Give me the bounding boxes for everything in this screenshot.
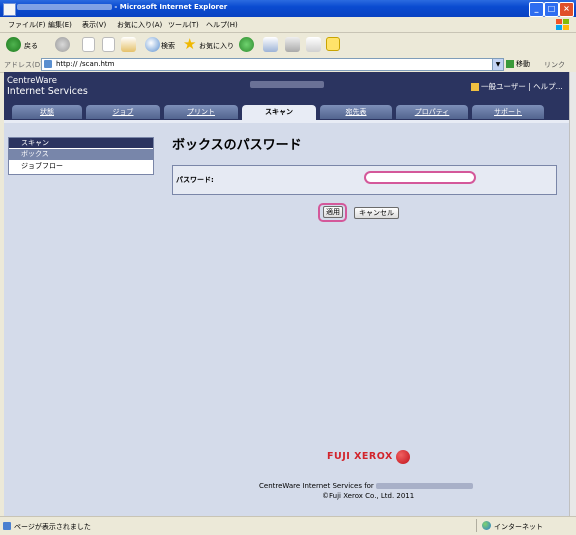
user-icon (471, 83, 479, 91)
stop-icon[interactable] (82, 37, 95, 52)
sidebar-item-box[interactable]: ボックス (9, 149, 153, 160)
forward-arrow-icon[interactable] (55, 37, 70, 52)
page-title: ボックスのパスワード (172, 138, 302, 153)
menu-edit[interactable]: 編集(E) (48, 20, 72, 30)
close-button[interactable]: × (559, 2, 574, 17)
tab-address-book[interactable]: 宛先表 (320, 105, 392, 119)
menu-bar: ファイル(F) 編集(E) 表示(V) お気に入り(A) ツール(T) ヘルプ(… (0, 17, 576, 33)
windows-logo-icon (556, 19, 569, 30)
page-done-icon (3, 522, 11, 530)
maximize-button[interactable]: □ (544, 2, 559, 17)
status-divider (476, 519, 477, 532)
tab-print[interactable]: プリント (164, 105, 238, 119)
address-label: アドレス(D) (4, 61, 43, 69)
address-url[interactable]: http:// /scan.htm (56, 60, 114, 68)
sidebar-heading: スキャン (9, 138, 153, 148)
address-dropdown-icon[interactable]: ▼ (492, 58, 504, 71)
tab-job[interactable]: ジョブ (86, 105, 160, 119)
sidebar: スキャン ボックス ジョブフロー (8, 137, 154, 175)
user-help-text[interactable]: 一般ユーザー | ヘルプ... (481, 82, 563, 91)
status-text: ページが表示されました (14, 523, 91, 531)
sidebar-item-job-flow-label: ジョブフロー (21, 162, 63, 170)
page-icon (44, 60, 52, 68)
history-icon[interactable] (239, 37, 254, 52)
messenger-icon[interactable] (326, 37, 340, 51)
footer-product-text: CentreWare Internet Services for (259, 482, 377, 490)
menu-file[interactable]: ファイル(F) (8, 20, 46, 30)
brand-centreware: CentreWare (7, 76, 58, 86)
search-button-label[interactable]: 検索 (161, 41, 175, 51)
menu-tools[interactable]: ツール(T) (168, 20, 199, 30)
password-label: パスワード: (176, 176, 214, 184)
tab-status[interactable]: 状態 (12, 105, 82, 119)
address-bar: アドレス(D) http:// /scan.htm (0, 57, 576, 73)
mail-icon[interactable] (263, 37, 278, 52)
status-bar: ページが表示されました インターネット (0, 516, 576, 535)
internet-zone-icon (482, 521, 491, 530)
sidebar-heading-label: スキャン (21, 139, 49, 147)
favorites-star-icon[interactable]: ★ (183, 37, 198, 52)
tab-support[interactable]: サポート (472, 105, 544, 119)
app-header: CentreWare Internet Services 一般ユーザー | ヘル… (4, 72, 569, 101)
print-icon[interactable] (285, 37, 300, 52)
search-icon[interactable] (145, 37, 160, 52)
password-form: パスワード: (172, 165, 557, 195)
tab-scan[interactable]: スキャン (242, 105, 316, 120)
links-button[interactable]: リンク (544, 60, 565, 70)
window-title-suffix: - Microsoft Internet Explorer (112, 3, 228, 11)
back-button-label[interactable]: 戻る (24, 41, 38, 51)
zone-text: インターネット (494, 523, 543, 531)
blurred-model-name (250, 81, 324, 88)
ie-page-icon (3, 3, 16, 16)
fuji-xerox-logo-text: FUJI XEROX (327, 451, 393, 462)
window-title: - Microsoft Internet Explorer (17, 3, 227, 11)
address-input[interactable]: http:// /scan.htm (41, 58, 504, 71)
favorites-button-label[interactable]: お気に入り (199, 41, 234, 51)
blurred-title (17, 4, 112, 10)
sidebar-item-job-flow[interactable]: ジョブフロー (9, 161, 153, 172)
footer-copyright: ©Fuji Xerox Co., Ltd. 2011 (322, 492, 415, 500)
go-button[interactable]: 移動 (506, 59, 530, 69)
go-arrow-icon (506, 60, 514, 68)
menu-view[interactable]: 表示(V) (82, 20, 106, 30)
tab-properties[interactable]: プロパティ (396, 105, 468, 119)
menu-help[interactable]: ヘルプ(H) (206, 20, 238, 30)
user-help-area[interactable]: 一般ユーザー | ヘルプ... (471, 81, 563, 92)
brand-internet-services: Internet Services (7, 86, 88, 97)
window-title-bar[interactable]: - Microsoft Internet Explorer _ □ × (0, 0, 576, 17)
page-content: CentreWare Internet Services 一般ユーザー | ヘル… (4, 72, 569, 516)
tab-bar: 状態 ジョブ プリント スキャン 宛先表 プロパティ サポート (4, 101, 569, 123)
go-label: 移動 (516, 60, 530, 68)
xerox-sphere-icon (395, 450, 410, 464)
vertical-scrollbar[interactable] (569, 72, 576, 516)
refresh-icon[interactable] (102, 37, 115, 52)
minimize-button[interactable]: _ (529, 2, 544, 17)
back-arrow-icon[interactable] (6, 37, 21, 52)
footer-product-line: CentreWare Internet Services for (259, 482, 474, 490)
apply-button[interactable]: 適用 (323, 206, 343, 218)
password-input[interactable] (364, 171, 476, 184)
blurred-model (376, 483, 474, 489)
cancel-button[interactable]: キャンセル (354, 207, 399, 219)
fuji-xerox-logo: FUJI XEROX (327, 450, 410, 464)
menu-favorites[interactable]: お気に入り(A) (117, 20, 162, 30)
home-icon[interactable] (121, 37, 136, 52)
edit-icon[interactable] (306, 37, 321, 52)
sidebar-item-box-label: ボックス (21, 150, 49, 158)
browser-toolbar: 戻る 検索 ★ お気に入り (0, 33, 576, 58)
